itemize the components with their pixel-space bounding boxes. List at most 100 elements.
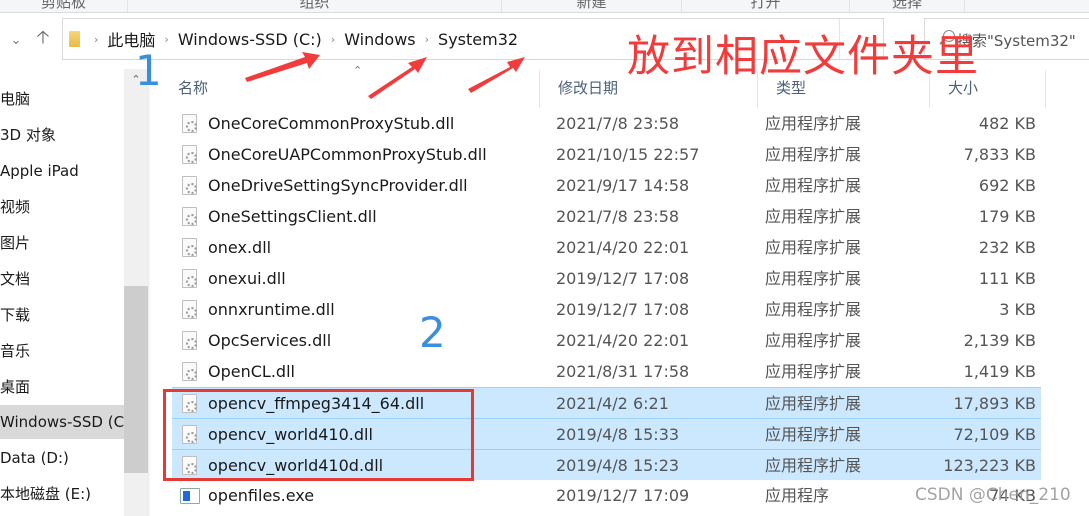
file-date: 2021/4/20 22:01 <box>556 331 690 350</box>
dll-file-icon <box>182 300 197 319</box>
breadcrumb-drive-c[interactable]: Windows-SSD (C:) <box>178 30 322 49</box>
file-name: OneCoreUAPCommonProxyStub.dll <box>208 145 487 164</box>
dll-file-icon <box>182 207 197 226</box>
file-size: 482 KB <box>978 114 1036 133</box>
ribbon: 剪贴板 组织 新建 打开 选择 <box>0 0 1089 13</box>
file-type: 应用程序扩展 <box>765 362 862 381</box>
sidebar-item-drive-c[interactable]: Windows-SSD (C:) <box>0 405 124 439</box>
sidebar-item-drive-e[interactable]: 本地磁盘 (E:) <box>0 477 124 511</box>
chevron-right-icon[interactable]: › <box>331 33 335 46</box>
sort-ascending-icon: ⌃ <box>353 64 363 77</box>
breadcrumb-system32[interactable]: System32 <box>438 30 518 49</box>
sidebar-item-3d-objects[interactable]: 3D 对象 <box>0 118 124 152</box>
chevron-right-icon[interactable]: › <box>425 33 429 46</box>
file-size: 111 KB <box>978 269 1036 288</box>
file-name: openfiles.exe <box>208 486 315 505</box>
file-type: 应用程序扩展 <box>765 176 862 195</box>
ribbon-group-organize[interactable]: 组织 <box>128 0 502 12</box>
file-type: 应用程序扩展 <box>765 425 862 444</box>
file-row[interactable]: openfiles.exe 2019/12/7 17:09 应用程序 74 KB <box>172 480 1041 511</box>
file-type: 应用程序 <box>765 486 830 505</box>
chevron-right-icon[interactable]: › <box>164 33 168 46</box>
column-header-name[interactable]: 名称 <box>160 70 540 108</box>
file-date: 2021/9/17 14:58 <box>556 176 690 195</box>
ribbon-group-open[interactable]: 打开 <box>682 0 850 12</box>
dll-file-icon <box>182 238 197 257</box>
annotation-step-1: 1 <box>135 46 162 95</box>
navigation-pane: 此电脑 3D 对象 Apple iPad 视频 图片 文档 下载 音乐 桌面 W… <box>0 68 124 516</box>
file-size: 692 KB <box>978 176 1036 195</box>
file-date: 2021/8/31 17:58 <box>556 362 690 381</box>
file-type: 应用程序扩展 <box>765 300 862 319</box>
arrow-up-icon: 🡡 <box>36 27 50 48</box>
sidebar-item-this-pc[interactable]: 此电脑 <box>0 82 109 116</box>
file-row[interactable]: OneCoreUAPCommonProxyStub.dll 2021/10/15 … <box>172 139 1041 170</box>
file-type: 应用程序扩展 <box>765 238 862 257</box>
file-date: 2019/4/8 15:23 <box>556 456 680 475</box>
scrollbar-thumb[interactable] <box>124 286 148 473</box>
sidebar-item-pictures[interactable]: 图片 <box>0 226 124 260</box>
up-button[interactable]: 🡡 <box>33 27 53 50</box>
file-size: 7,833 KB <box>963 145 1036 164</box>
chevron-down-icon: ⌄ <box>10 32 22 48</box>
file-type: 应用程序扩展 <box>765 145 862 164</box>
breadcrumb-windows[interactable]: Windows <box>344 30 415 49</box>
pane-divider[interactable] <box>148 60 151 516</box>
sidebar-item-documents[interactable]: 文档 <box>0 262 124 296</box>
file-type: 应用程序扩展 <box>765 394 862 413</box>
file-row[interactable]: OpenCL.dll 2021/8/31 17:58 应用程序扩展 1,419 KB <box>172 356 1041 387</box>
recent-locations-button[interactable]: ⌄ <box>6 30 26 50</box>
file-date: 2019/12/7 17:08 <box>556 269 690 288</box>
dll-file-icon <box>182 145 197 164</box>
file-size: 17,893 KB <box>953 394 1036 413</box>
file-name: OneCoreCommonProxyStub.dll <box>208 114 455 133</box>
sidebar-item-desktop[interactable]: 桌面 <box>0 370 124 404</box>
file-name: OneSettingsClient.dll <box>208 207 377 226</box>
ribbon-group-clipboard[interactable]: 剪贴板 <box>0 0 128 12</box>
file-row[interactable]: OneSettingsClient.dll 2021/7/8 23:58 应用程序扩… <box>172 201 1041 232</box>
sidebar-item-videos[interactable]: 视频 <box>0 190 124 224</box>
dll-file-icon <box>182 176 197 195</box>
file-size: 2,139 KB <box>963 331 1036 350</box>
file-size: 232 KB <box>978 238 1036 257</box>
file-row[interactable]: OneDriveSettingSyncProvider.dll 2021/9/17… <box>172 170 1041 201</box>
annotation-highlight-box <box>163 389 474 481</box>
dll-file-icon <box>182 269 197 288</box>
sidebar-item-downloads[interactable]: 下载 <box>0 298 124 332</box>
file-size: 3 KB <box>999 300 1036 319</box>
file-type: 应用程序扩展 <box>765 456 862 475</box>
chevron-right-icon: › <box>94 32 99 46</box>
file-date: 2019/12/7 17:09 <box>556 486 690 505</box>
file-row[interactable]: OpcServices.dll 2021/4/20 22:01 应用程序扩展 2,13… <box>172 325 1041 356</box>
sidebar-item-music[interactable]: 音乐 <box>0 334 124 368</box>
file-row[interactable]: onexui.dll 2019/12/7 17:08 应用程序扩展 111 KB <box>172 263 1041 294</box>
sidebar-item-apple-ipad[interactable]: Apple iPad <box>0 154 124 188</box>
annotation-instruction: 放到相应文件夹里 <box>627 32 979 82</box>
file-name: OpenCL.dll <box>208 362 295 381</box>
file-name: onnxruntime.dll <box>208 300 335 319</box>
file-type: 应用程序扩展 <box>765 331 862 350</box>
dll-file-icon <box>182 362 197 381</box>
file-name: OneDriveSettingSyncProvider.dll <box>208 176 468 195</box>
file-date: 2021/4/2 6:21 <box>556 394 669 413</box>
file-date: 2021/10/15 22:57 <box>556 145 700 164</box>
application-file-icon <box>180 488 200 504</box>
ribbon-group-select[interactable]: 选择 <box>850 0 965 12</box>
file-type: 应用程序扩展 <box>765 207 862 226</box>
file-type: 应用程序扩展 <box>765 269 862 288</box>
sidebar-item-drive-d[interactable]: Data (D:) <box>0 441 124 475</box>
file-name: onex.dll <box>208 238 272 257</box>
file-size: 1,419 KB <box>963 362 1036 381</box>
file-date: 2019/4/8 15:33 <box>556 425 680 444</box>
file-size: 72,109 KB <box>953 425 1036 444</box>
file-row[interactable]: OneCoreCommonProxyStub.dll 2021/7/8 23:58… <box>172 108 1041 139</box>
sidebar-scrollbar[interactable]: ⌃ <box>124 69 148 516</box>
file-size: 123,223 KB <box>943 456 1036 475</box>
file-name: onexui.dll <box>208 269 286 288</box>
ribbon-group-new[interactable]: 新建 <box>502 0 682 12</box>
file-row[interactable]: onnxruntime.dll 2019/12/7 17:08 应用程序扩展 3 KB <box>172 294 1041 325</box>
file-row[interactable]: onex.dll 2021/4/20 22:01 应用程序扩展 232 KB <box>172 232 1041 263</box>
file-date: 2019/12/7 17:08 <box>556 300 690 319</box>
dll-file-icon <box>182 114 197 133</box>
file-type: 应用程序扩展 <box>765 114 862 133</box>
